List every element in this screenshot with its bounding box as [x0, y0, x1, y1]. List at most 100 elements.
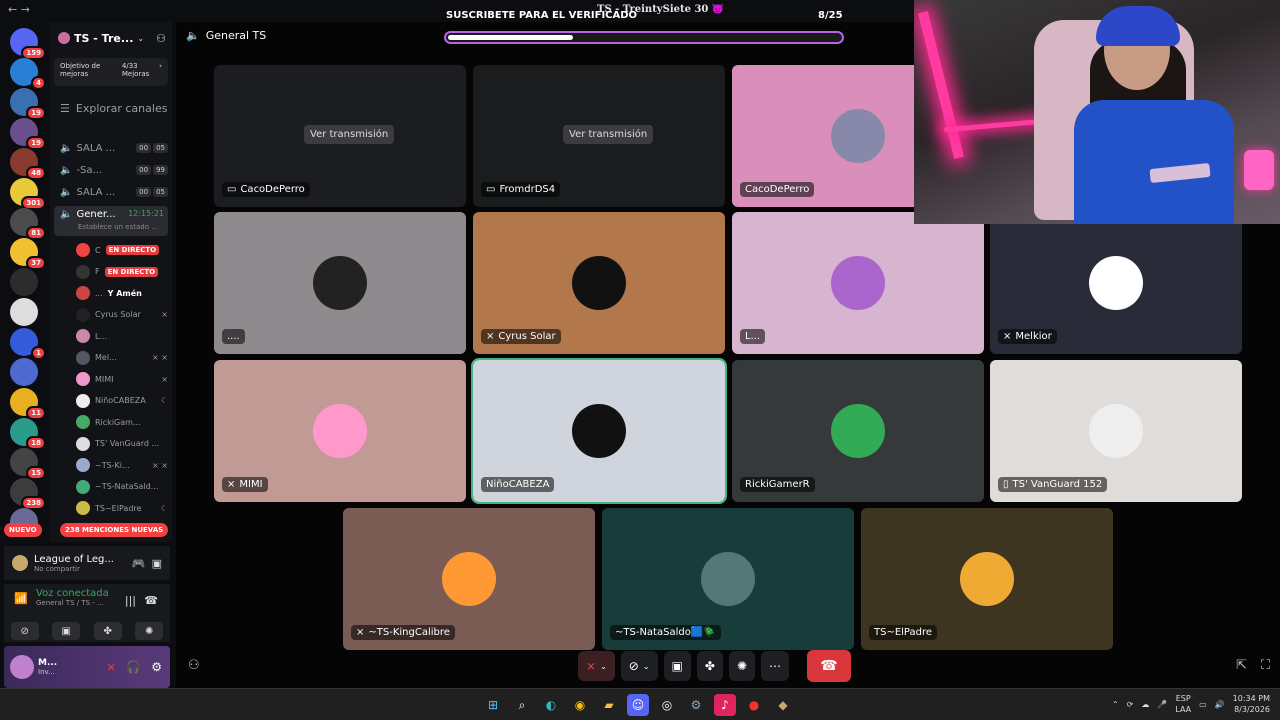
participant-tile[interactable]: Ver transmisión ▭ CacoDePerro — [214, 65, 466, 207]
tiktok-icon[interactable]: ♪ — [714, 694, 736, 716]
noise-icon[interactable]: ||| — [125, 594, 136, 607]
watch-stream-button[interactable]: Ver transmisión — [563, 125, 654, 144]
watch-stream-button[interactable]: Ver transmisión — [304, 125, 395, 144]
sync-icon[interactable]: ⟳ — [1127, 700, 1134, 709]
participant-tile[interactable]: L... — [732, 212, 984, 354]
avatar — [313, 256, 367, 310]
server-icon[interactable]: 11 — [10, 388, 46, 420]
windows-start-icon[interactable]: ⊞ — [482, 694, 504, 716]
channel-status[interactable]: Establece un estado ... — [78, 223, 158, 231]
cloud-icon[interactable]: ☁ — [1141, 700, 1149, 709]
participant-tile[interactable]: ⨯ ~TS-KingCalibre — [343, 508, 595, 650]
server-icon[interactable]: 159 — [10, 28, 46, 60]
hang-up-button[interactable]: ☎ — [807, 650, 851, 682]
mic-icon[interactable]: 🎤 — [1157, 700, 1167, 709]
share-screen-icon[interactable]: ▣ — [52, 622, 81, 640]
clock[interactable]: 10:34 PM 8/3/2026 — [1233, 693, 1270, 715]
participant-tile[interactable]: ⨯ Melkior — [990, 212, 1242, 354]
participant-tile[interactable]: RickiGamerR — [732, 360, 984, 502]
voice-member[interactable]: C EN DIRECTO — [76, 240, 168, 260]
boost-goal[interactable]: Objetivo de mejoras 4/33 Mejoras › — [54, 58, 168, 86]
explore-channels[interactable]: ☰ Explorar canales — [60, 102, 167, 115]
voice-member[interactable]: TS' VanGuard ... — [76, 434, 168, 454]
discord-icon[interactable]: ☺ — [627, 694, 649, 716]
server-icon[interactable]: 18 — [10, 418, 46, 450]
fullscreen-icon[interactable]: ⛶ — [1261, 658, 1270, 673]
voice-member[interactable]: NiñoCABEZA ☾ — [76, 391, 168, 411]
invite-icon[interactable]: ⚇ — [188, 658, 200, 673]
chrome-icon[interactable]: ◉ — [569, 694, 591, 716]
server-icon[interactable]: 15 — [10, 448, 46, 480]
server-icon[interactable]: 48 — [10, 148, 46, 180]
mic-muted-icon[interactable]: ⨯ — [106, 660, 116, 674]
record-icon[interactable]: ● — [743, 694, 765, 716]
voice-member[interactable]: Cyrus Solar ⨯ — [76, 305, 168, 325]
headphones-icon[interactable]: 🎧 — [126, 660, 141, 674]
voice-member[interactable]: RickiGam... — [76, 412, 168, 432]
voice-member[interactable]: TS~ElPadre ☾ — [76, 498, 168, 518]
obs-icon[interactable]: ◎ — [656, 694, 678, 716]
mentions-pill[interactable]: 238 MENCIONES NUEVAS — [60, 523, 169, 537]
popout-icon[interactable]: ⇱ — [1236, 658, 1247, 673]
voice-member[interactable]: ... Y Amén — [76, 283, 168, 303]
new-pill[interactable]: NUEVO — [4, 523, 42, 537]
activity-panel[interactable]: League of Leg... No compartir 🎮 ▣ — [4, 546, 170, 580]
disconnect-icon[interactable]: ☎ — [144, 594, 158, 607]
controller-icon[interactable]: 🎮 — [132, 557, 146, 570]
voice-member[interactable]: F EN DIRECTO — [76, 262, 168, 282]
chevron-up-icon[interactable]: ⌃ — [1112, 700, 1119, 709]
voice-member[interactable]: MIMI ⨯ — [76, 369, 168, 389]
participant-tile[interactable]: TS~ElPadre — [861, 508, 1113, 650]
activities-button[interactable]: ✤ — [696, 651, 723, 681]
avatar — [313, 404, 367, 458]
server-icon[interactable]: 301 — [10, 178, 46, 210]
server-header[interactable]: TS - Tre... ⌄ ⚇ — [50, 22, 172, 54]
participant-tile[interactable]: ⨯ Cyrus Solar — [473, 212, 725, 354]
share-screen-button[interactable]: ▣ — [663, 651, 691, 681]
add-member-icon[interactable]: ⚇ — [156, 32, 166, 45]
server-icon[interactable]: 238 — [10, 478, 46, 510]
soundboard-icon[interactable]: ✺ — [135, 622, 164, 640]
participant-tile[interactable]: .... — [214, 212, 466, 354]
server-icon[interactable]: 81 — [10, 208, 46, 240]
server-icon[interactable]: 19 — [10, 118, 46, 150]
voice-channel[interactable]: 🔈 -Sa... 00 99 — [54, 160, 168, 180]
voice-member[interactable]: ~TS-NataSald... — [76, 477, 168, 497]
server-icon[interactable] — [10, 358, 38, 386]
network-icon[interactable]: ▭ — [1199, 700, 1207, 709]
search-icon[interactable]: ⌕ — [511, 694, 533, 716]
server-icon[interactable]: 19 — [10, 88, 46, 120]
language-indicator[interactable]: ESP LAA — [1175, 693, 1191, 715]
voice-channel[interactable]: 🔈 SALA ... 00 05 — [54, 138, 168, 158]
avatar[interactable] — [10, 655, 34, 679]
participant-tile[interactable]: ▯ TS' VanGuard 152 — [990, 360, 1242, 502]
voice-member[interactable]: L... — [76, 326, 168, 346]
folder-icon[interactable]: ▰ — [598, 694, 620, 716]
steam-icon[interactable]: ⚙ — [685, 694, 707, 716]
participant-tile[interactable]: ~TS-NataSaldo🟦🪲 — [602, 508, 854, 650]
voice-member[interactable]: ~TS-Ki... ⨯ ⨯ — [76, 455, 168, 475]
server-icon[interactable]: 37 — [10, 238, 46, 270]
voice-member[interactable]: Mel... ⨯ ⨯ — [76, 348, 168, 368]
participant-tile[interactable]: ⨯ MIMI — [214, 360, 466, 502]
server-icon[interactable]: 4 — [10, 58, 46, 90]
gear-icon[interactable]: ⚙ — [151, 660, 162, 674]
soundboard-button[interactable]: ✺ — [728, 651, 755, 681]
channel-general-active[interactable]: 🔈 Gener... 12:15:21 Establece un estado … — [54, 206, 168, 236]
camera-button[interactable]: ⊘ ⌄ — [620, 651, 658, 681]
voice-channel[interactable]: 🔈 SALA ... 00 05 — [54, 182, 168, 202]
activities-icon[interactable]: ✤ — [93, 622, 122, 640]
camera-off-icon[interactable]: ⊘ — [10, 622, 39, 640]
back-arrow-icon[interactable]: ← → — [8, 3, 30, 16]
server-icon[interactable]: 1 — [10, 328, 46, 360]
screen-icon[interactable]: ▣ — [152, 557, 170, 570]
edge-icon[interactable]: ◐ — [540, 694, 562, 716]
participant-tile[interactable]: NiñoCABEZA — [471, 358, 727, 504]
participant-tile[interactable]: Ver transmisión ▭ FromdrDS4 — [473, 65, 725, 207]
more-button[interactable]: ⋯ — [761, 651, 789, 681]
server-icon[interactable] — [10, 298, 38, 326]
mic-button[interactable]: ⨯ ⌄ — [578, 651, 615, 681]
league-icon[interactable]: ◆ — [772, 694, 794, 716]
server-icon[interactable] — [10, 268, 38, 296]
volume-icon[interactable]: 🔊 — [1215, 700, 1225, 709]
